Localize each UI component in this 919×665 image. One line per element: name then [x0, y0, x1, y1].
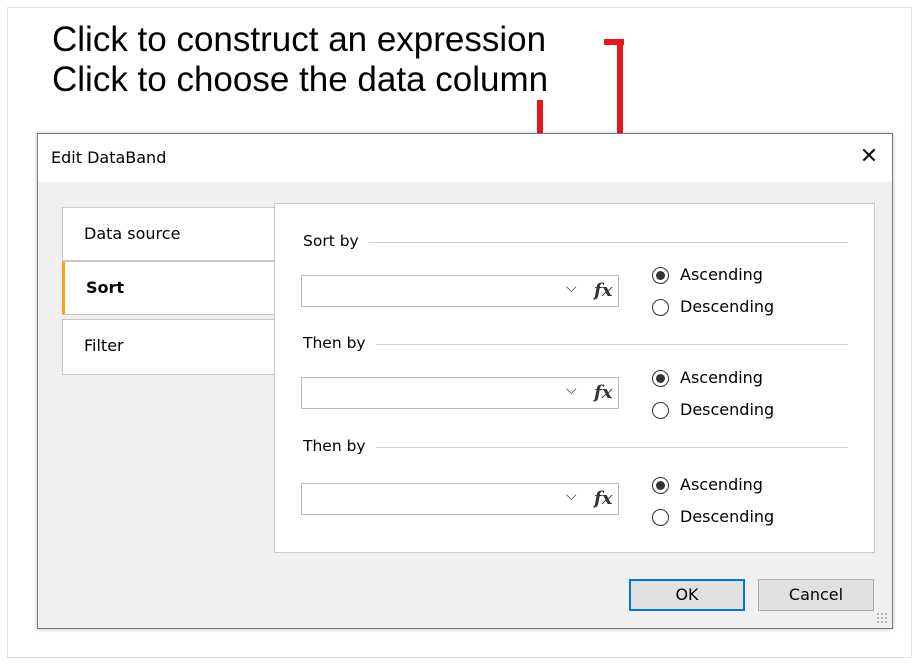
group-divider [375, 344, 848, 345]
radio-checked-icon[interactable] [652, 267, 669, 284]
annotation-data-column: Click to choose the data column [52, 60, 549, 99]
then-by-combo-2[interactable]: ⌵ fx [301, 483, 619, 515]
chevron-down-icon[interactable]: ⌵ [566, 382, 577, 398]
dialog-titlebar: Edit DataBand ✕ [38, 134, 892, 182]
chevron-down-icon[interactable]: ⌵ [566, 280, 577, 296]
tab-sort[interactable]: Sort [62, 261, 275, 315]
group-divider [375, 447, 848, 448]
tab-filter[interactable]: Filter [62, 319, 275, 375]
expression-fx-icon[interactable]: fx [594, 280, 612, 301]
radio-unchecked-icon[interactable] [652, 402, 669, 419]
tab-label: Data source [84, 224, 181, 243]
resize-grip-icon[interactable] [876, 612, 888, 624]
ok-button[interactable]: OK [629, 579, 745, 611]
group-divider [365, 242, 848, 243]
then-by-label: Then by [303, 334, 376, 352]
then-by-combo-1[interactable]: ⌵ fx [301, 377, 619, 409]
sort-panel: Sort by ⌵ fx Ascending Descending Then b… [274, 203, 875, 553]
expression-fx-icon[interactable]: fx [594, 382, 612, 403]
sort-by-combo[interactable]: ⌵ fx [301, 275, 619, 307]
close-icon[interactable]: ✕ [852, 140, 886, 174]
sort-by-label: Sort by [303, 232, 369, 250]
tab-label: Sort [86, 278, 125, 297]
radio-unchecked-icon[interactable] [652, 509, 669, 526]
radio-checked-icon[interactable] [652, 477, 669, 494]
then-by-label: Then by [303, 437, 376, 455]
edit-databand-dialog: Edit DataBand ✕ Data source Sort Filter … [37, 133, 893, 629]
radio-checked-icon[interactable] [652, 370, 669, 387]
radio-unchecked-icon[interactable] [652, 299, 669, 316]
expression-fx-icon[interactable]: fx [594, 488, 612, 509]
annotation-expression: Click to construct an expression [52, 20, 547, 59]
tab-data-source[interactable]: Data source [62, 207, 275, 261]
cancel-button[interactable]: Cancel [758, 579, 874, 611]
dialog-title: Edit DataBand [51, 148, 167, 167]
chevron-down-icon[interactable]: ⌵ [566, 488, 577, 504]
tab-label: Filter [84, 336, 124, 355]
